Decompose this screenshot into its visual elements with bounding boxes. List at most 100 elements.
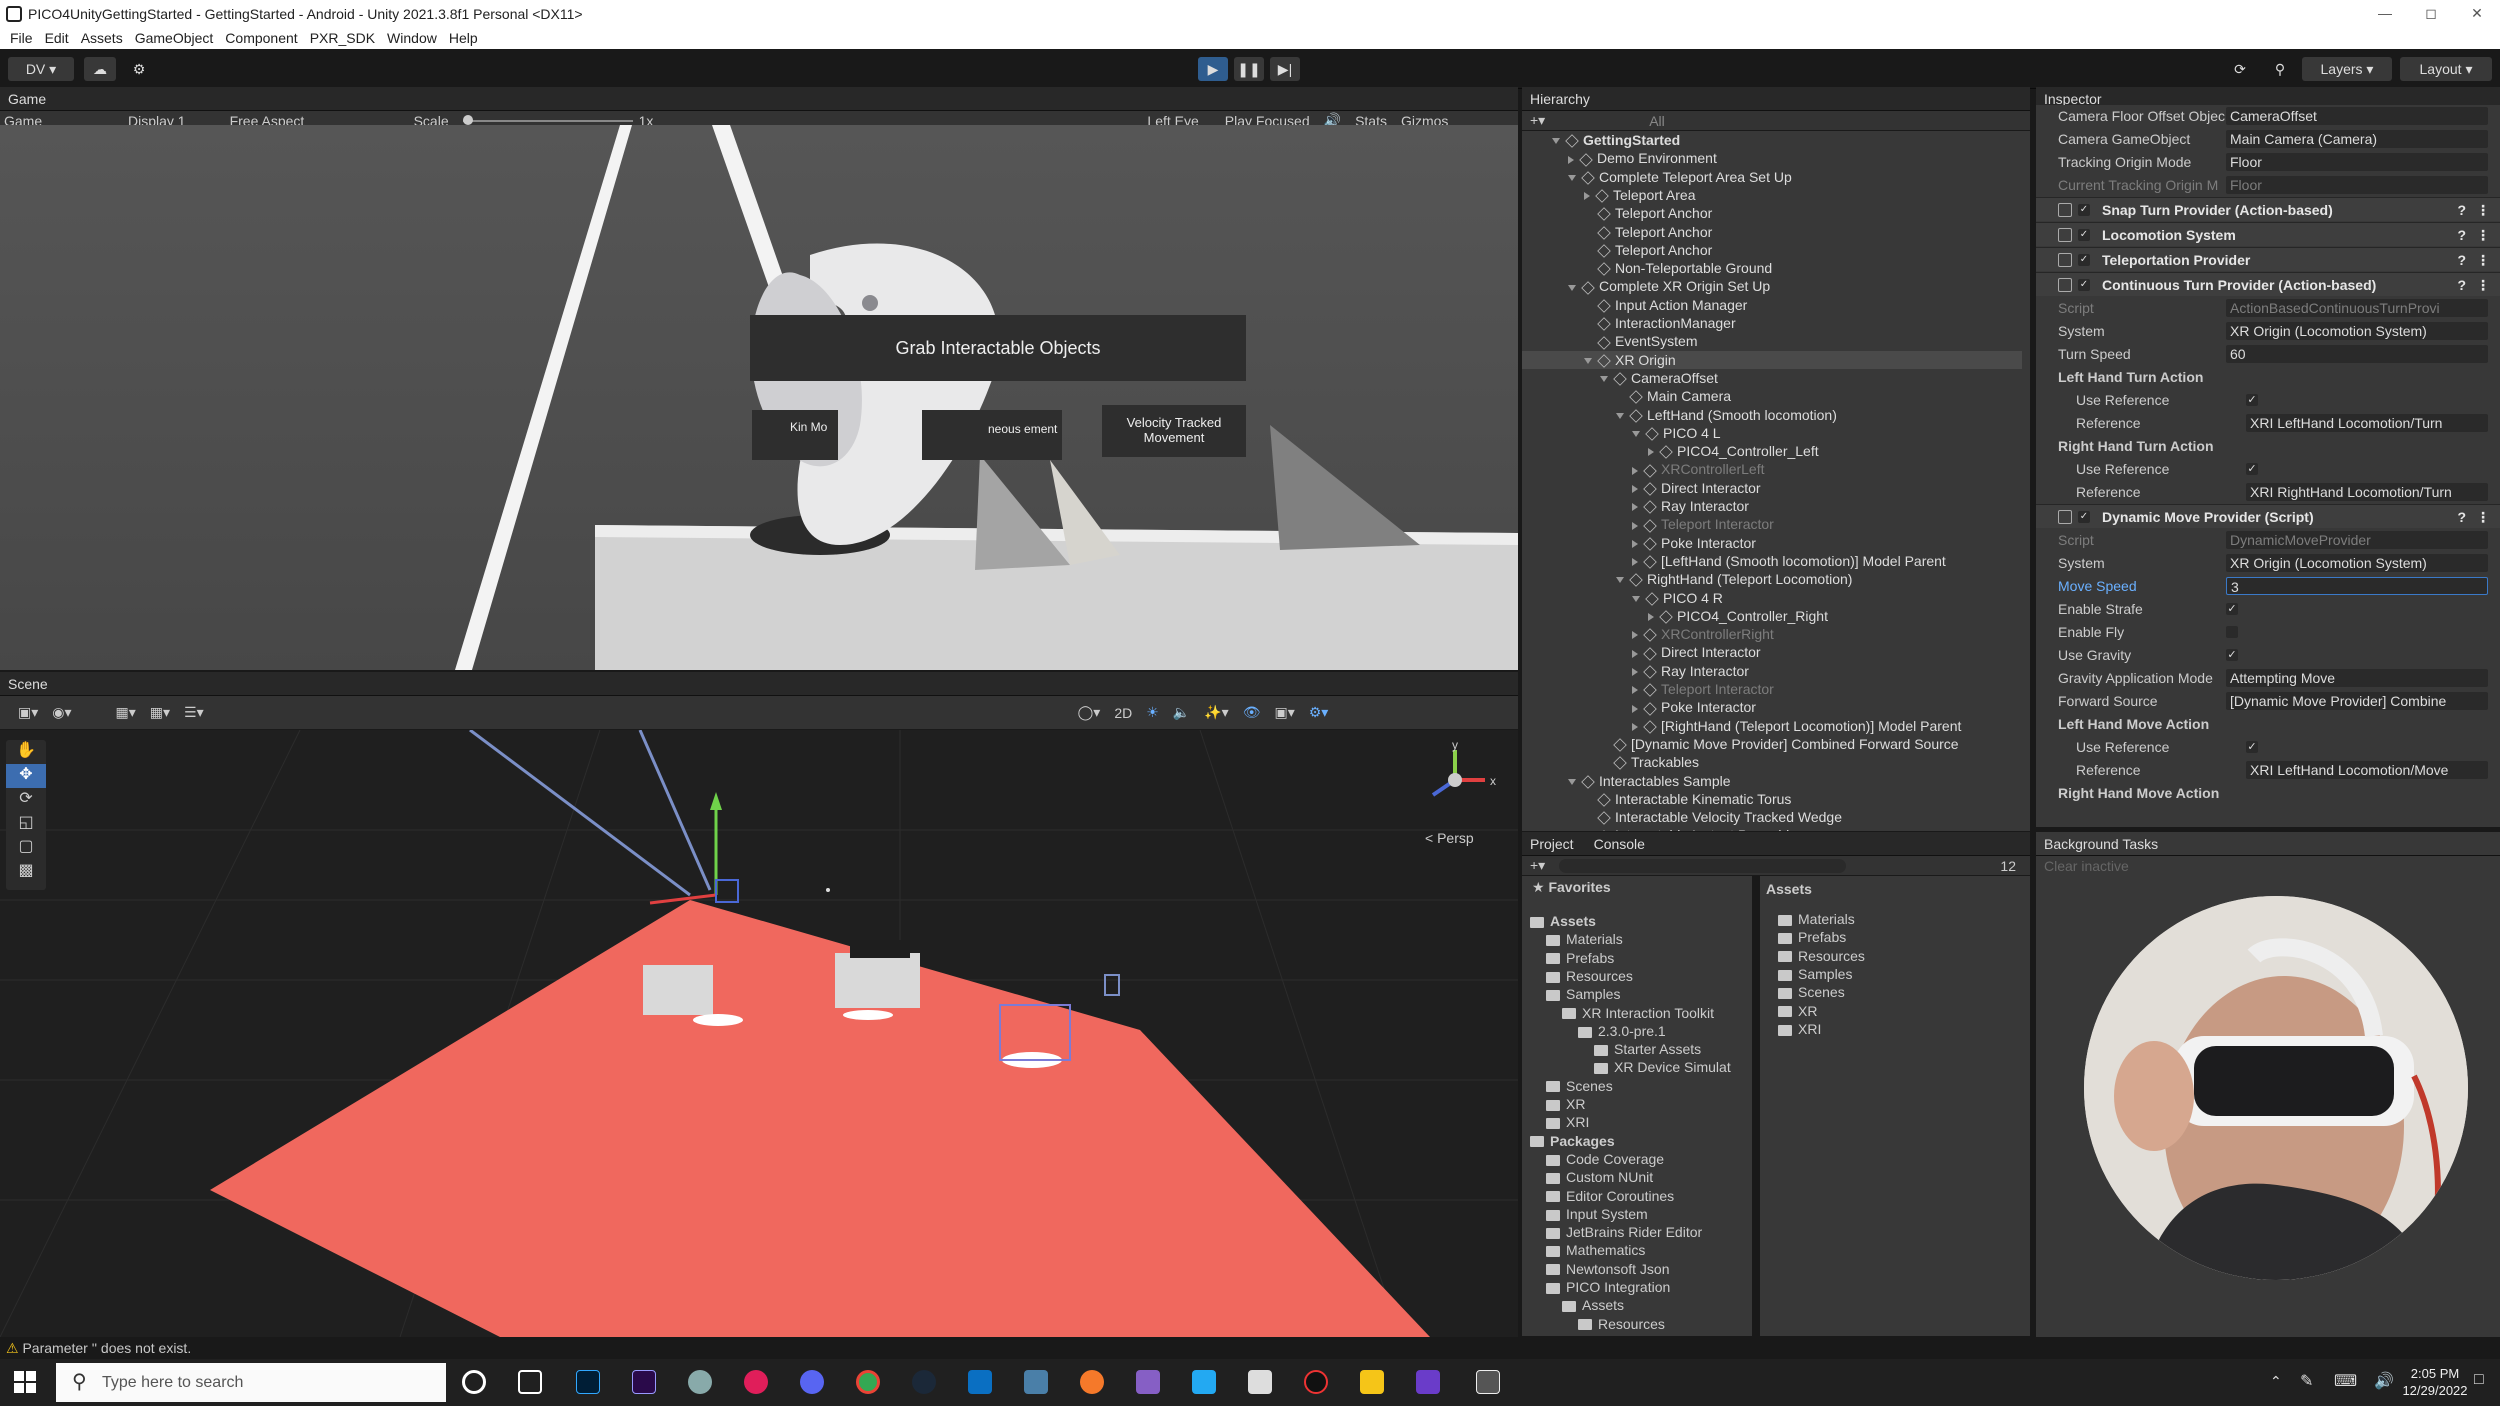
expand-arrow-icon[interactable] [1632,431,1640,438]
menu-item-pxr-sdk[interactable]: PXR_SDK [304,30,381,46]
snap-icon[interactable]: ▦▾ [150,704,170,721]
cortana-icon[interactable] [462,1370,486,1394]
gizmos-icon[interactable]: ⚙▾ [1309,704,1329,721]
inspector-field[interactable]: System XR Origin (Locomotion System) [2036,552,2500,574]
asset-folder[interactable]: Resources [1778,947,1865,965]
inspector-value[interactable]: XRI LeftHand Locomotion/Move [2246,761,2488,779]
inspector-value[interactable]: 3 [2226,577,2488,595]
inspector-field[interactable]: Forward Source [Dynamic Move Provider] Co… [2036,690,2500,712]
expand-arrow-icon[interactable] [1616,577,1624,584]
audio-icon[interactable]: 🔈 [1173,704,1190,721]
inspector-field[interactable]: Use Reference ✓ [2036,458,2500,480]
component-menu-icon[interactable]: ⋮ [2476,273,2490,297]
transform-tool-icon[interactable]: ▩ [6,860,46,884]
component-enabled-checkbox[interactable]: ✓ [2078,254,2090,266]
shading-icon[interactable]: ◉▾ [52,704,71,721]
hierarchy-item[interactable]: GettingStarted [1522,131,2022,149]
inspector-field[interactable]: Reference XRI LeftHand Locomotion/Turn [2036,412,2500,434]
asset-folder[interactable]: Samples [1778,965,1852,983]
favorites-header[interactable]: ★ Favorites [1532,878,1611,896]
component-header[interactable]: ✓ Locomotion System? ⋮ [2036,222,2500,246]
collab-icon[interactable]: ⚙ [124,57,154,81]
slack-icon[interactable] [744,1370,768,1394]
project-folder[interactable]: Assets [1530,912,1596,930]
inspector-value[interactable]: CameraOffset [2226,107,2488,125]
hierarchy-item[interactable]: CameraOffset [1522,369,2022,387]
help-icon[interactable]: ? [2457,273,2466,297]
asset-folder[interactable]: Prefabs [1778,928,1846,946]
project-folder[interactable]: Newtonsoft Json [1546,1260,1670,1278]
inspector-field[interactable]: Use Gravity ✓ [2036,644,2500,666]
hierarchy-item[interactable]: Teleport Anchor [1522,223,2022,241]
component-header[interactable]: ✓ Continuous Turn Provider (Action-based)… [2036,272,2500,296]
task-view-icon[interactable] [518,1370,542,1394]
hierarchy-item[interactable]: XR Origin [1522,350,2022,369]
hierarchy-item[interactable]: Interactable Velocity Tracked Wedge [1522,808,2022,826]
account-dropdown[interactable]: DV ▾ [8,57,74,81]
steam-icon[interactable] [912,1370,936,1394]
inspector-field[interactable]: Turn Speed 60 [2036,343,2500,365]
component-header[interactable]: ✓ Teleportation Provider? ⋮ [2036,247,2500,271]
status-message[interactable]: Parameter '' does not exist. [22,1340,191,1356]
component-enabled-checkbox[interactable]: ✓ [2078,204,2090,216]
project-folder[interactable]: Starter Assets [1594,1040,1701,1058]
expand-arrow-icon[interactable] [1552,138,1560,145]
component-enabled-checkbox[interactable]: ✓ [2078,279,2090,291]
component-header[interactable]: ✓ Snap Turn Provider (Action-based)? ⋮ [2036,197,2500,221]
inspector-checkbox[interactable]: ✓ [2226,649,2238,661]
component-menu-icon[interactable]: ⋮ [2476,223,2490,247]
inspector-field[interactable]: Enable Fly [2036,621,2500,643]
hierarchy-item[interactable]: Poke Interactor [1522,698,2022,716]
notifications-icon[interactable]: □ [2474,1371,2484,1389]
expand-arrow-icon[interactable] [1648,613,1654,622]
hierarchy-item[interactable]: PICO4_Controller_Left [1522,442,2022,460]
inspector-checkbox[interactable]: ✓ [2246,463,2258,475]
inspector-field[interactable]: Enable Strafe ✓ [2036,598,2500,620]
help-icon[interactable]: ? [2457,505,2466,529]
game-view[interactable]: Grab Interactable Objects Kin Mo neous e… [0,125,1518,670]
grid-snap-icon[interactable]: ▦▾ [116,704,136,721]
menu-item-assets[interactable]: Assets [75,30,129,46]
project-folder[interactable]: Resources [1546,967,1633,985]
inspector-value[interactable]: DynamicMoveProvider [2226,531,2488,549]
expand-arrow-icon[interactable] [1632,631,1638,640]
component-menu-icon[interactable]: ⋮ [2476,248,2490,272]
inspector-field[interactable]: Tracking Origin Mode Floor [2036,151,2500,173]
expand-arrow-icon[interactable] [1568,155,1574,164]
inspector-checkbox[interactable]: ✓ [2226,603,2238,615]
expand-arrow-icon[interactable] [1632,667,1638,676]
project-folder[interactable]: XR Device Simulat [1594,1058,1731,1076]
menu-item-window[interactable]: Window [381,30,443,46]
inspector-field[interactable]: Current Tracking Origin M Floor [2036,174,2500,196]
hierarchy-item[interactable]: PICO 4 R [1522,589,2022,607]
terminal-icon[interactable] [1024,1370,1048,1394]
visual-studio-icon[interactable] [1136,1370,1160,1394]
hierarchy-item[interactable]: Direct Interactor [1522,479,2022,497]
expand-arrow-icon[interactable] [1632,649,1638,658]
component-enabled-checkbox[interactable]: ✓ [2078,511,2090,523]
history-icon[interactable]: ⟳ [2226,57,2254,81]
project-folder[interactable]: Prefabs [1546,949,1614,967]
close-button[interactable]: ✕ [2454,0,2500,27]
expand-arrow-icon[interactable] [1632,503,1638,512]
menu-item-gameobject[interactable]: GameObject [129,30,220,46]
hierarchy-item[interactable]: InteractionManager [1522,314,2022,332]
expand-arrow-icon[interactable] [1584,192,1590,201]
project-folder[interactable]: Packages [1530,1132,1615,1150]
hierarchy-item[interactable]: PICO4_Controller_Right [1522,607,2022,625]
hierarchy-item[interactable]: Demo Environment [1522,149,2022,167]
hierarchy-item[interactable]: XRControllerLeft [1522,460,2022,478]
hierarchy-item[interactable]: Direct Interactor [1522,643,2022,661]
console-tab[interactable]: Console [1594,836,1645,852]
inspector-value[interactable]: [Dynamic Move Provider] Combine [2226,692,2488,710]
hierarchy-item[interactable]: Ray Interactor [1522,662,2022,680]
hierarchy-item[interactable]: [LeftHand (Smooth locomotion)] Model Par… [1522,552,2022,570]
hierarchy-item[interactable]: RightHand (Teleport Locomotion) [1522,570,2022,588]
hierarchy-item[interactable]: Teleport Anchor [1522,204,2022,222]
project-folder[interactable]: Materials [1546,930,1623,948]
visibility-icon[interactable]: 👁 [1243,704,1261,721]
expand-arrow-icon[interactable] [1632,539,1638,548]
rotate-tool-icon[interactable]: ⟳ [6,788,46,812]
expand-arrow-icon[interactable] [1632,704,1638,713]
hierarchy-item[interactable]: Complete Teleport Area Set Up [1522,168,2022,186]
